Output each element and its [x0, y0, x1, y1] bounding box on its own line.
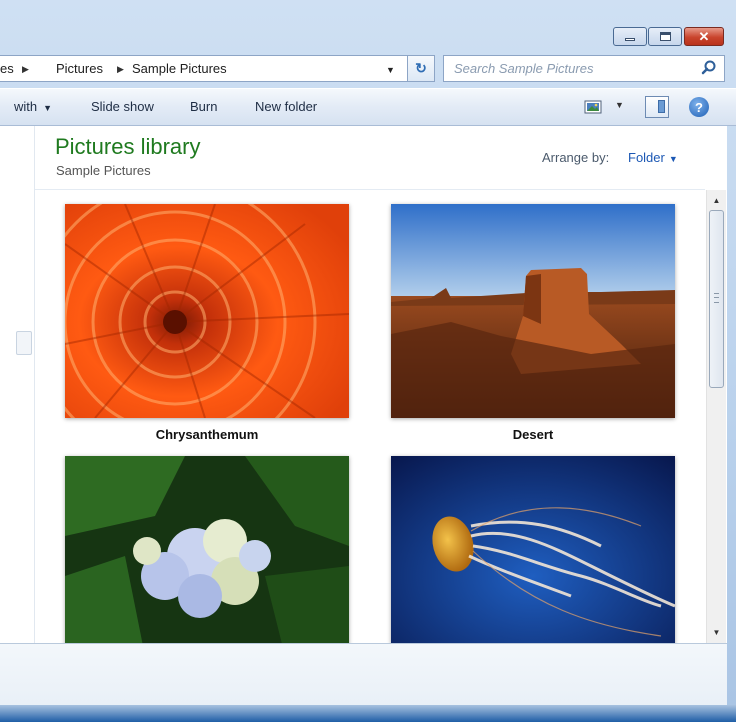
new-folder-button[interactable]: New folder	[255, 99, 317, 114]
change-view-icon[interactable]	[583, 98, 605, 116]
arrange-by-dropdown[interactable]: Folder ▼	[628, 150, 678, 165]
thumbnail-jellyfish[interactable]	[391, 456, 675, 643]
chevron-down-icon: ▼	[668, 154, 678, 164]
title-bar: ✕	[0, 0, 736, 50]
breadcrumb-partial[interactable]: es	[0, 61, 14, 76]
file-name[interactable]: Desert	[391, 427, 675, 442]
refresh-button[interactable]: ↻	[407, 55, 435, 82]
search-input[interactable]: Search Sample Pictures	[454, 61, 593, 76]
explorer-window: ✕ es ▶ Pictures ▶ Sample Pictures ▼ ↻ Se…	[0, 0, 736, 722]
navigation-pane	[0, 126, 35, 643]
arrange-by-label: Arrange by:	[542, 150, 610, 165]
share-with-label: with	[14, 99, 38, 114]
breadcrumb-separator-icon[interactable]: ▶	[22, 64, 29, 75]
file-name[interactable]: Chrysanthemum	[65, 427, 349, 442]
close-icon: ✕	[698, 28, 710, 44]
navigation-pane-handle[interactable]	[16, 331, 32, 355]
burn-button[interactable]: Burn	[190, 99, 217, 114]
minimize-button[interactable]	[613, 27, 647, 46]
close-button[interactable]: ✕	[684, 27, 724, 46]
views-dropdown-icon[interactable]: ▼	[615, 100, 624, 110]
library-title: Pictures library	[55, 134, 201, 159]
share-with-button[interactable]: with ▼	[14, 99, 52, 114]
chevron-down-icon: ▼	[43, 103, 53, 113]
slide-show-button[interactable]: Slide show	[91, 99, 154, 114]
help-icon[interactable]: ?	[689, 97, 709, 117]
details-pane	[0, 643, 727, 706]
breadcrumb-separator-icon[interactable]: ▶	[117, 64, 124, 75]
preview-pane-icon	[658, 100, 665, 113]
window-bottom-edge	[0, 705, 736, 722]
thumbnail-chrysanthemum[interactable]	[65, 204, 349, 418]
file-list: Chrysanthemum Desert	[35, 190, 705, 643]
scrollbar-thumb[interactable]	[709, 210, 724, 388]
address-bar[interactable]: es ▶ Pictures ▶ Sample Pictures ▼	[0, 55, 433, 82]
maximize-button[interactable]	[648, 27, 682, 46]
search-box[interactable]: Search Sample Pictures	[443, 55, 725, 82]
thumbnail-desert[interactable]	[391, 204, 675, 418]
vertical-scrollbar[interactable]: ▲ ▼	[706, 190, 726, 643]
preview-pane-button[interactable]	[645, 96, 669, 118]
breadcrumb-sample-pictures[interactable]: Sample Pictures	[132, 61, 227, 76]
arrange-by-value: Folder	[628, 150, 665, 165]
thumbnail-hydrangeas[interactable]	[65, 456, 349, 643]
main-content: Pictures library Sample Pictures Arrange…	[0, 126, 727, 643]
refresh-icon: ↻	[415, 60, 427, 76]
library-subtitle: Sample Pictures	[56, 163, 151, 178]
command-bar: with ▼ Slide show Burn New folder ▼ ?	[0, 88, 736, 126]
grip-icon	[714, 293, 719, 303]
search-icon[interactable]	[700, 59, 718, 77]
maximize-icon	[659, 32, 671, 41]
scroll-up-icon[interactable]: ▲	[707, 192, 726, 209]
address-history-dropdown-icon[interactable]: ▼	[386, 65, 395, 75]
breadcrumb-pictures[interactable]: Pictures	[56, 61, 103, 76]
scroll-down-icon[interactable]: ▼	[707, 624, 726, 641]
minimize-icon	[625, 38, 635, 41]
